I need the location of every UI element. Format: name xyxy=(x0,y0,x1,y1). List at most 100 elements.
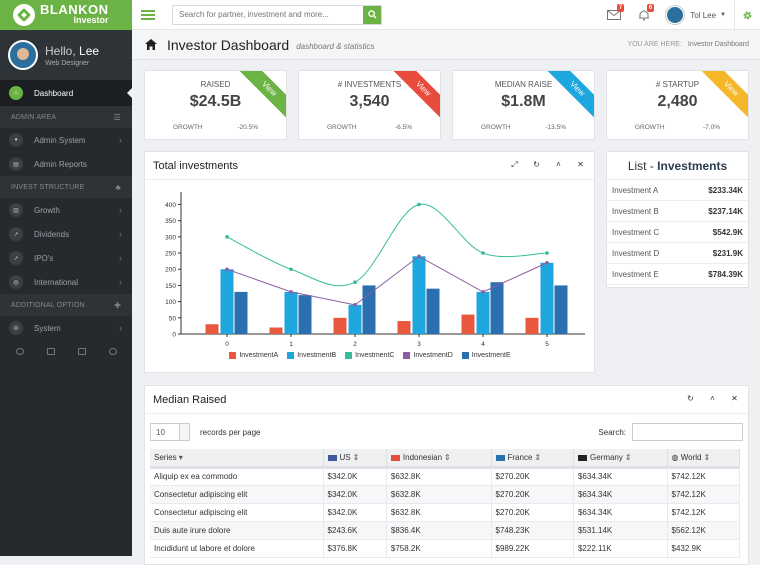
app-root: BLANKONInvestor 7 6 Tol Lee ▼ xyxy=(0,0,760,565)
logo-icon xyxy=(13,4,35,26)
sidebar: Hello, Lee Web Designer ⌂ Dashboard ADMIN… xyxy=(0,30,132,556)
sort-icon: ⇕ xyxy=(703,452,711,462)
sidebar-item-growth[interactable]: ▥ Growth › xyxy=(0,198,132,222)
bar-InvestmentB xyxy=(284,291,298,334)
sitemap-icon: ♣ xyxy=(115,182,121,192)
page-size-select[interactable]: 10 xyxy=(150,423,190,441)
column-header[interactable]: Series ▾ xyxy=(150,449,324,469)
stat-foot-value: -20.5% xyxy=(237,124,258,131)
column-header[interactable]: France ⇕ xyxy=(491,449,574,469)
table-cell: $342.0K xyxy=(323,467,387,486)
list-item[interactable]: Investment C $542.9K xyxy=(607,222,748,243)
sidebar-item-admin-system[interactable]: ● Admin System › xyxy=(0,128,132,152)
home-icon: ⌂ xyxy=(9,86,23,100)
breadcrumb-current[interactable]: Investor Dashboard xyxy=(688,41,749,48)
search-input[interactable] xyxy=(173,5,363,24)
column-header[interactable]: Germany ⇕ xyxy=(573,449,668,469)
sidebar-item-label: Admin System xyxy=(34,135,86,145)
main-content: Investor Dashboard dashboard & statistic… xyxy=(132,30,760,565)
brand-logo[interactable]: BLANKON Investor xyxy=(0,0,132,30)
table-cell: $432.9K xyxy=(667,539,741,558)
table-cell: $989.22K xyxy=(491,539,574,558)
legend-swatch xyxy=(403,352,411,359)
panel-title: Median Raised xyxy=(145,386,748,414)
profile-avatar[interactable] xyxy=(8,40,38,70)
list-item[interactable]: Investment A $233.34K xyxy=(607,180,748,201)
close-icon[interactable]: ✕ xyxy=(730,394,739,403)
sidebar-item-system[interactable]: ⚙ System › xyxy=(0,316,132,340)
close-icon[interactable]: ✕ xyxy=(576,160,585,170)
profile-card: Hello, Lee Web Designer xyxy=(0,30,132,80)
y-tick-label: 400 xyxy=(165,202,176,209)
search-button[interactable] xyxy=(363,5,381,24)
point-InvestmentD xyxy=(545,260,549,265)
table-search-input[interactable] xyxy=(632,423,743,441)
plus-icon: ✚ xyxy=(114,300,121,310)
median-table: Series ▾ US ⇕ Indonesian ⇕ France ⇕ Germany ⇕ ◍ Wo… xyxy=(150,449,741,558)
column-header[interactable]: US ⇕ xyxy=(323,449,387,469)
legend-swatch xyxy=(229,352,237,359)
column-label: Indonesian xyxy=(402,452,443,462)
legend-item[interactable]: InvestmentD xyxy=(403,352,453,359)
alerts-button[interactable]: 6 xyxy=(632,4,656,25)
home-icon[interactable] xyxy=(145,39,157,50)
section-invest-structure: INVEST STRUCTURE ♣ xyxy=(0,176,132,198)
sidebar-item-dashboard[interactable]: ⌂ Dashboard xyxy=(0,80,132,106)
expand-icon[interactable]: ⤢ xyxy=(510,160,519,170)
y-tick-label: 250 xyxy=(165,251,176,258)
page-subtitle: dashboard & statistics xyxy=(296,41,375,51)
table-row[interactable]: Incididunt ut labore et dolore $376.8K $75… xyxy=(150,539,741,558)
bar-InvestmentA xyxy=(269,327,283,334)
user-menu[interactable]: Tol Lee ▼ xyxy=(662,0,734,30)
legend-item[interactable]: InvestmentB xyxy=(287,352,336,359)
list-item[interactable]: Investment D $231.9K xyxy=(607,243,748,264)
sidebar-item-admin-reports[interactable]: ▤ Admin Reports xyxy=(0,152,132,176)
legend-swatch xyxy=(345,352,353,359)
section-label: ADDITIONAL OPTION xyxy=(11,301,85,309)
sidebar-item-dividends[interactable]: ↗ Dividends › xyxy=(0,222,132,246)
settings-button[interactable] xyxy=(734,0,760,30)
column-label: Germany xyxy=(589,452,623,462)
alerts-badge: 6 xyxy=(646,4,655,12)
settings-icon[interactable] xyxy=(15,348,24,355)
list-item-value: $233.34K xyxy=(708,185,743,195)
sidebar-item-ipos[interactable]: ➚ IPO's › xyxy=(0,246,132,270)
table-row[interactable]: Consectetur adipiscing elit $342.0K $632.8… xyxy=(150,503,741,522)
top-bar: 7 6 Tol Lee ▼ xyxy=(132,0,760,30)
lock-icon[interactable] xyxy=(77,348,86,355)
collapse-icon[interactable]: ˄ xyxy=(554,160,563,170)
list-item[interactable]: Investment E $784.39K xyxy=(607,264,748,285)
table-cell: $634.34K xyxy=(573,503,668,522)
sidebar-item-label: Dividends xyxy=(34,229,70,239)
sidebar-item-label: Dashboard xyxy=(34,88,74,98)
table-cell: $270.20K xyxy=(491,485,574,504)
point-InvestmentC xyxy=(545,251,549,255)
collapse-icon[interactable]: ˄ xyxy=(708,394,717,403)
monitor-icon[interactable] xyxy=(46,348,55,355)
menu-toggle-icon[interactable] xyxy=(141,8,155,22)
refresh-icon[interactable]: ↻ xyxy=(532,160,541,170)
column-header[interactable]: Indonesian ⇕ xyxy=(386,449,492,469)
table-cell: $376.8K xyxy=(323,539,387,558)
profile-name: Lee xyxy=(79,43,100,58)
table-row[interactable]: Duis aute irure dolore $243.6K $836.4K $748… xyxy=(150,521,741,540)
power-icon[interactable] xyxy=(108,348,117,355)
messages-button[interactable]: 7 xyxy=(602,4,626,25)
table-row[interactable]: Consectetur adipiscing elit $342.0K $632.8… xyxy=(150,485,741,504)
sidebar-item-label: IPO's xyxy=(34,253,54,263)
table-cell: $243.6K xyxy=(323,521,387,540)
column-header[interactable]: ◍ World ⇕ xyxy=(667,449,741,469)
list-item[interactable]: Investment B $237.14K xyxy=(607,201,748,222)
bar-InvestmentB xyxy=(540,262,554,334)
sidebar-item-international[interactable]: ◍ International › xyxy=(0,270,132,294)
point-InvestmentD xyxy=(225,267,229,272)
table-row[interactable]: Aliquip ex ea commodo $342.0K $632.8K $270.… xyxy=(150,467,741,486)
investments-list-panel: List - Investments Investment A $233.34K I… xyxy=(606,151,749,288)
point-InvestmentC xyxy=(417,202,421,207)
breadcrumb-prefix: YOU ARE HERE: xyxy=(627,41,682,48)
refresh-icon[interactable]: ↻ xyxy=(686,394,695,403)
cogs-icon: ⚙ xyxy=(9,321,23,335)
legend-item[interactable]: InvestmentA xyxy=(229,352,278,359)
legend-item[interactable]: InvestmentC xyxy=(345,352,394,359)
legend-item[interactable]: InvestmentE xyxy=(461,352,511,359)
